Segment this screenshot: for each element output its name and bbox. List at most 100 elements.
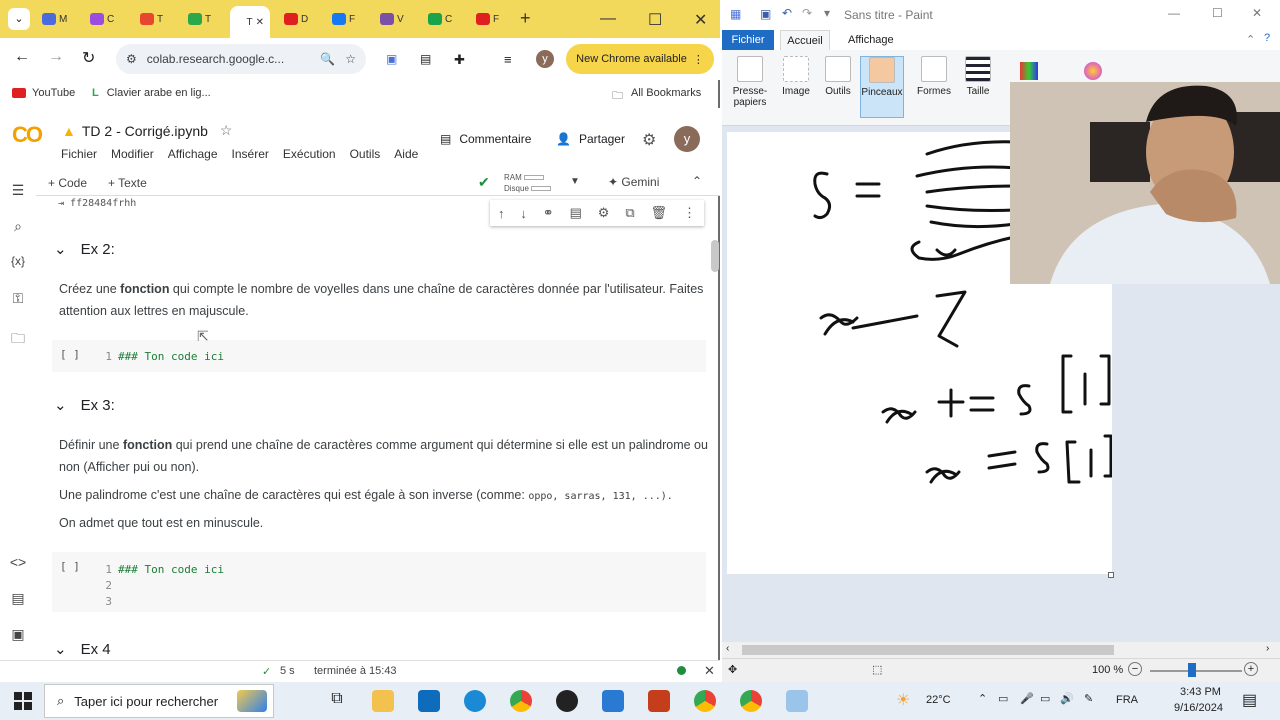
zoom-slider-thumb[interactable] <box>1188 663 1196 677</box>
notifications-icon[interactable]: ▤ <box>1242 690 1257 710</box>
shapes-group[interactable]: Formes <box>912 56 956 97</box>
redo-icon[interactable]: ↷ <box>802 6 812 20</box>
save-icon[interactable]: ▣ <box>760 7 771 21</box>
minimize-button[interactable]: — <box>600 10 616 28</box>
new-tab-button[interactable]: + <box>520 8 531 29</box>
move-down-icon[interactable]: ↓ <box>520 206 527 221</box>
close-button[interactable]: ✕ <box>1252 6 1262 20</box>
tab-affichage[interactable]: Affichage <box>848 34 894 46</box>
browser-tab[interactable]: D <box>278 8 322 30</box>
site-info-icon[interactable]: ⚙ <box>126 52 137 66</box>
link-icon[interactable]: ⚭ <box>543 205 554 221</box>
extension-icon[interactable]: ▤ <box>420 52 431 66</box>
zoom-slider[interactable] <box>1150 670 1242 672</box>
pen-icon[interactable]: ✎ <box>1084 692 1093 705</box>
variables-icon[interactable]: {x} <box>8 254 28 274</box>
browser-tab[interactable]: T <box>182 8 226 30</box>
menu-inserer[interactable]: Insérer <box>232 147 269 161</box>
minimize-button[interactable]: — <box>1168 6 1180 20</box>
run-cell-button[interactable]: [ ] <box>60 560 80 573</box>
browser-tab[interactable]: M <box>36 8 80 30</box>
powerpoint-icon[interactable] <box>648 690 670 712</box>
extension-icon[interactable]: ▣ <box>386 52 397 66</box>
section-heading[interactable]: ⌄ Ex 4 <box>54 640 111 659</box>
scrollbar-thumb[interactable] <box>742 645 1114 655</box>
brushes-group[interactable]: Pinceaux <box>860 56 904 118</box>
chrome-icon[interactable] <box>694 690 716 712</box>
resource-monitor[interactable]: RAM Disque <box>504 172 552 194</box>
bookmark-youtube[interactable]: YouTube <box>12 87 75 99</box>
all-bookmarks-button[interactable]: 🗀 All Bookmarks <box>612 87 701 106</box>
text-cell[interactable]: Une palindrome c'est une chaîne de carac… <box>59 484 709 508</box>
weather-icon[interactable]: ☀ <box>896 690 910 710</box>
paint-icon[interactable] <box>786 690 808 712</box>
runtime-dropdown-icon[interactable]: ▼ <box>570 176 580 187</box>
bookmark-star-icon[interactable]: ☆ <box>345 52 356 66</box>
menu-affichage[interactable]: Affichage <box>168 147 218 161</box>
zoom-icon[interactable]: 🔍 <box>320 52 335 66</box>
code-cell[interactable]: [ ] 1 ### Ton code ici <box>52 340 706 372</box>
colab-logo[interactable]: CO <box>12 122 43 148</box>
key-icon[interactable]: ⚿ <box>8 290 28 310</box>
quick-access-dropdown-icon[interactable]: ▾ <box>824 6 830 20</box>
clock-date[interactable]: 9/16/2024 <box>1174 702 1223 714</box>
paint-horizontal-scrollbar[interactable]: ‹ › <box>722 642 1280 658</box>
temperature[interactable]: 22°C <box>926 694 951 706</box>
tray-overflow-icon[interactable]: ⌃ <box>978 692 987 705</box>
comment-button[interactable]: ▤ Commentaire <box>440 132 531 146</box>
clock-time[interactable]: 3:43 PM <box>1180 686 1221 698</box>
chrome-icon[interactable] <box>740 690 762 712</box>
canvas-resize-handle[interactable] <box>1108 572 1114 578</box>
browser-tab[interactable]: T ✕ <box>230 6 270 38</box>
taskbar-search[interactable]: ⌕ Taper ici pour rechercher <box>44 684 274 718</box>
colors-icon[interactable] <box>1020 62 1038 80</box>
run-cell-button[interactable]: [ ] <box>60 348 80 361</box>
reading-list-icon[interactable]: ≡ <box>504 52 512 67</box>
menu-modifier[interactable]: Modifier <box>111 147 154 161</box>
tab-search-button[interactable]: ⌄ <box>8 8 30 30</box>
edge-icon[interactable] <box>464 690 486 712</box>
user-avatar[interactable]: y <box>674 126 700 152</box>
browser-tab[interactable]: T <box>134 8 178 30</box>
zoom-in-button[interactable]: + <box>1244 662 1258 676</box>
forward-button[interactable]: → <box>48 48 64 66</box>
edit-colors-icon[interactable] <box>1084 62 1102 80</box>
new-chrome-available-button[interactable]: New Chrome available ⋮ <box>566 44 714 74</box>
close-tab-icon[interactable]: ✕ <box>256 17 264 28</box>
tab-fichier[interactable]: Fichier <box>722 30 774 50</box>
notebook-title[interactable]: ▲ TD 2 - Corrigé.ipynb ☆ <box>62 122 232 139</box>
address-bar[interactable]: ⚙ colab.research.google.c... 🔍 ☆ <box>116 44 366 74</box>
reload-button[interactable]: ↻ <box>82 48 95 68</box>
comment-icon[interactable]: ▤ <box>570 205 582 221</box>
text-cell[interactable]: Définir une fonction qui prend une chaîn… <box>59 434 709 478</box>
browser-tab[interactable]: C <box>84 8 128 30</box>
volume-icon[interactable]: 🔊 <box>1060 692 1074 705</box>
profile-avatar[interactable]: y <box>536 50 554 68</box>
network-icon[interactable]: ▭ <box>1040 692 1050 705</box>
bookmark-clavier[interactable]: L Clavier arabe en lig... <box>92 87 211 99</box>
settings-gear-icon[interactable]: ⚙ <box>642 130 656 150</box>
move-up-icon[interactable]: ↑ <box>498 206 505 221</box>
code-snippets-icon[interactable]: <> <box>8 554 28 574</box>
start-button[interactable] <box>14 692 32 710</box>
help-icon[interactable]: ? <box>1264 32 1270 44</box>
collapse-chevron-icon[interactable]: ⌄ <box>54 396 67 414</box>
zoom-out-button[interactable]: − <box>1128 662 1142 676</box>
collapse-ribbon-icon[interactable]: ⌃ <box>1246 33 1255 46</box>
close-button[interactable]: ✕ <box>694 10 707 30</box>
image-group[interactable]: Image <box>774 56 818 97</box>
scroll-right-icon[interactable]: › <box>1266 643 1269 654</box>
menu-outils[interactable]: Outils <box>350 147 381 161</box>
command-palette-icon[interactable]: ▤ <box>8 590 28 610</box>
menu-fichier[interactable]: Fichier <box>61 147 97 161</box>
search-icon[interactable]: ⌕ <box>8 218 28 238</box>
scrollbar-thumb[interactable] <box>711 240 719 272</box>
file-explorer-icon[interactable] <box>372 690 394 712</box>
meet-icon[interactable]: ▭ <box>998 692 1008 705</box>
puzzle-icon[interactable]: ✚ <box>454 52 465 68</box>
code-cell[interactable]: [ ] 1 ### Ton code ici 2 3 <box>52 552 706 612</box>
clipboard-group[interactable]: Presse-papiers <box>728 56 772 108</box>
scroll-left-icon[interactable]: ‹ <box>726 643 729 654</box>
maximize-button[interactable]: ☐ <box>648 10 662 30</box>
menu-aide[interactable]: Aide <box>394 147 418 161</box>
